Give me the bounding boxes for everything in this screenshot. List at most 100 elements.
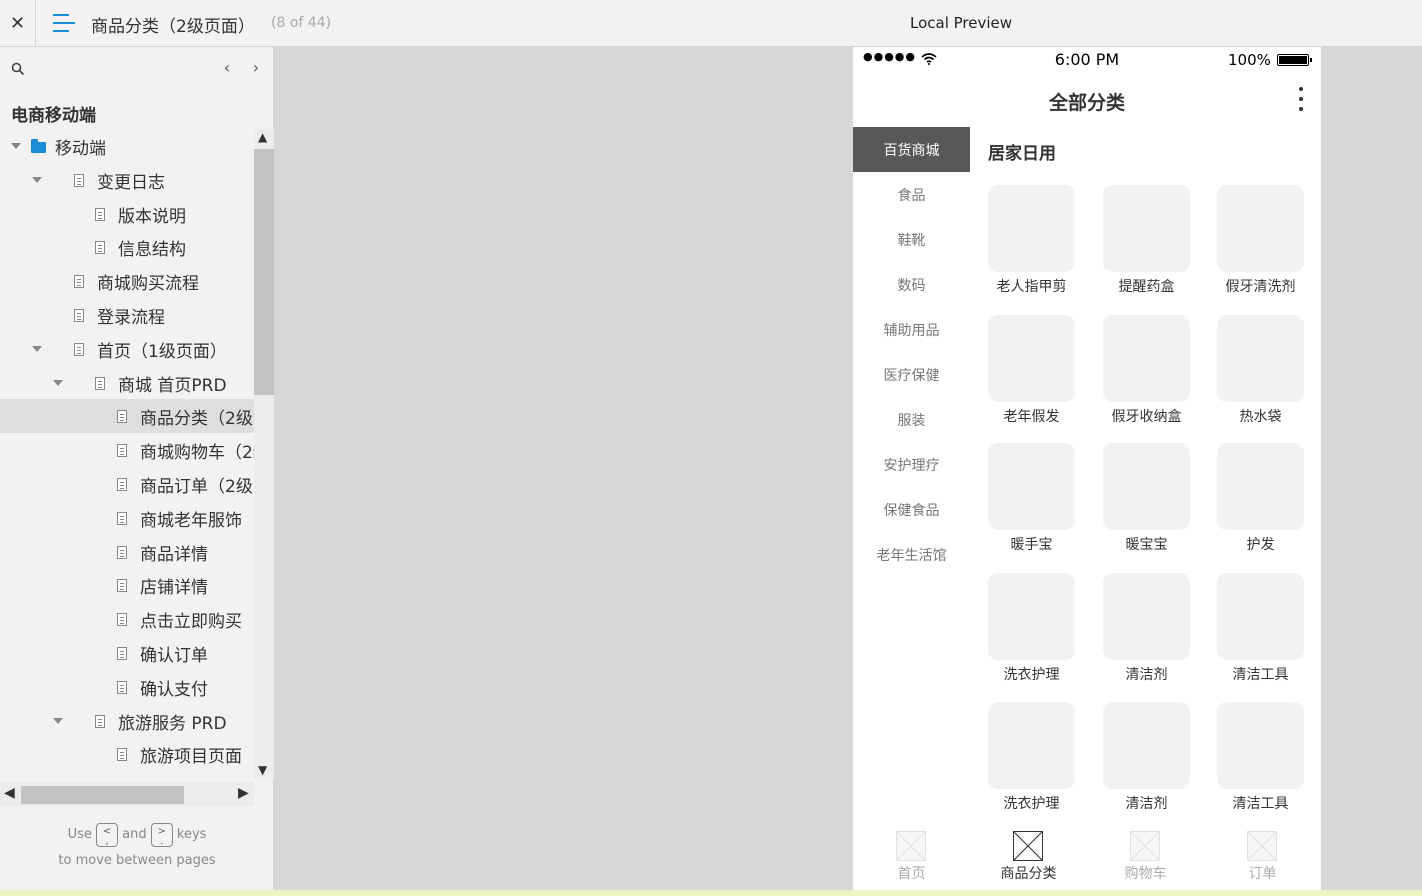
category-item[interactable]: 服装 (853, 397, 970, 442)
caret-down-icon[interactable] (32, 345, 42, 352)
caret-down-icon[interactable] (53, 379, 63, 386)
top-bar: ✕ 商品分类（2级页面） (8 of 44) Local Preview (0, 0, 1422, 47)
tree-item-label: 商城购物车（2级页面） (140, 443, 254, 464)
page-icon (74, 309, 84, 322)
tab-orders[interactable]: 订单 (1204, 827, 1321, 890)
product-name: 洗衣护理 (1003, 796, 1060, 812)
product-card[interactable]: 暖宝宝 (1089, 443, 1204, 558)
product-card[interactable]: 清洁工具 (1203, 702, 1318, 817)
product-name: 清洁工具 (1232, 667, 1289, 683)
category-item[interactable]: 辅助用品 (853, 307, 970, 352)
tree-item[interactable]: 店铺详情 (0, 568, 254, 602)
category-item[interactable]: 食品 (853, 172, 970, 217)
product-name: 老年假发 (1003, 409, 1060, 425)
section-title: 居家日用 (988, 144, 1056, 164)
tree-item[interactable]: 商城老年服饰 (0, 501, 254, 535)
caret-down-icon[interactable] (53, 717, 63, 724)
tree-item-label: 商品订单（2级页面） (140, 477, 254, 497)
tree-item-label: 旅游项目页面 (140, 747, 242, 768)
tree-item[interactable]: 变更日志 (0, 163, 254, 197)
category-item[interactable]: 安护理疗 (853, 442, 970, 487)
tree-item[interactable]: 商品分类（2级页面） (0, 399, 254, 434)
category-item[interactable]: 医疗保健 (853, 352, 970, 397)
tree-item[interactable]: 商城购买流程 (0, 264, 254, 298)
tree-item[interactable]: 商品订单（2级页面） (0, 467, 254, 501)
tree-item[interactable]: 登录流程 (0, 298, 254, 332)
previous-page-button[interactable]: ‹ (218, 58, 236, 77)
page-icon (117, 680, 127, 694)
tree-item[interactable]: 版本说明 (0, 197, 254, 231)
caret-down-icon[interactable] (11, 143, 21, 149)
product-name: 清洁剂 (1125, 796, 1168, 812)
tree-item-label: 移动端 (55, 139, 106, 159)
product-card[interactable]: 洗衣护理 (974, 573, 1089, 688)
category-item[interactable]: 保健食品 (853, 487, 970, 532)
product-card[interactable]: 清洁剂 (1089, 573, 1204, 688)
scroll-left-icon[interactable]: ◀ (4, 785, 15, 801)
product-image (988, 702, 1075, 789)
product-card[interactable]: 假牙清洗剂 (1203, 185, 1318, 300)
product-image (1217, 443, 1304, 530)
menu-icon[interactable] (53, 14, 75, 32)
product-name: 暖手宝 (1010, 537, 1053, 553)
product-card[interactable]: 老年假发 (974, 315, 1089, 430)
tree-item[interactable]: 旅游项目页面 (0, 737, 254, 771)
horizontal-scroll-thumb[interactable] (21, 786, 184, 804)
page-icon (95, 714, 105, 728)
product-card[interactable]: 热水袋 (1203, 315, 1318, 430)
tab-cart[interactable]: 购物车 (1087, 827, 1204, 890)
tree-item[interactable]: 商城 首页PRD (0, 366, 254, 400)
category-item[interactable]: 老年生活馆 (853, 532, 970, 577)
product-image (988, 443, 1075, 530)
product-card[interactable]: 清洁工具 (1203, 573, 1318, 688)
tree-item[interactable]: 康养服务 PRD (0, 771, 254, 779)
scroll-right-icon[interactable]: ▶ (238, 785, 249, 801)
page-icon (117, 545, 127, 559)
tree-item-label: 商城购买流程 (97, 274, 199, 295)
next-page-button[interactable]: › (247, 58, 265, 77)
tab-home[interactable]: 首页 (853, 827, 970, 890)
product-image (1217, 573, 1304, 660)
page-icon (117, 410, 127, 424)
tree-item[interactable]: 确认订单 (0, 636, 254, 670)
category-item[interactable]: 鞋靴 (853, 217, 970, 262)
close-button[interactable]: ✕ (0, 0, 36, 47)
product-card[interactable]: 护发 (1203, 443, 1318, 558)
product-name: 假牙清洗剂 (1225, 279, 1296, 295)
tree-item[interactable]: 商城购物车（2级页面） (0, 433, 254, 467)
vertical-scrollbar[interactable]: ▲ ▼ (254, 129, 274, 779)
category-item[interactable]: 数码 (853, 262, 970, 307)
product-card[interactable]: 老人指甲剪 (974, 185, 1089, 300)
category-item[interactable]: 百货商城 (853, 127, 970, 172)
product-card[interactable]: 暖手宝 (974, 443, 1089, 558)
tree-item-label: 信息结构 (118, 240, 186, 261)
scroll-up-icon[interactable]: ▲ (258, 130, 267, 144)
scroll-down-icon[interactable]: ▼ (258, 763, 267, 777)
caret-down-icon[interactable] (32, 176, 42, 183)
vertical-scroll-thumb[interactable] (254, 149, 274, 395)
page-tree: 移动端变更日志 版本说明信息结构商城购买流程登录流程 首页（1级页面） 商城 首页PR… (0, 129, 254, 779)
product-card[interactable]: 洗衣护理 (974, 702, 1089, 817)
product-card[interactable]: 清洁剂 (1089, 702, 1204, 817)
more-options-icon[interactable] (1297, 87, 1305, 115)
product-image (1103, 573, 1190, 660)
tree-item[interactable]: 点击立即购买 (0, 602, 254, 636)
tree-item[interactable]: 首页（1级页面） (0, 332, 254, 366)
tab-category[interactable]: 商品分类 (970, 827, 1087, 890)
page-icon (74, 342, 84, 356)
product-image (1217, 315, 1304, 402)
tree-item[interactable]: 旅游服务 PRD (0, 704, 254, 738)
horizontal-scrollbar[interactable]: ◀ ▶ (0, 782, 254, 806)
tree-item[interactable]: 商品详情 (0, 535, 254, 569)
image-placeholder-icon (1130, 831, 1160, 861)
battery-icon (1277, 54, 1312, 66)
product-card[interactable]: 提醒药盒 (1089, 185, 1204, 300)
tree-item[interactable]: 移动端 (0, 129, 254, 163)
tree-item[interactable]: 信息结构 (0, 230, 254, 264)
search-icon[interactable] (11, 62, 25, 76)
page-icon (117, 444, 127, 458)
tree-item[interactable]: 确认支付 (0, 670, 254, 704)
product-image (988, 315, 1075, 402)
product-card[interactable]: 假牙收纳盒 (1089, 315, 1204, 430)
tree-item-label: 商城 首页PRD (118, 375, 227, 396)
